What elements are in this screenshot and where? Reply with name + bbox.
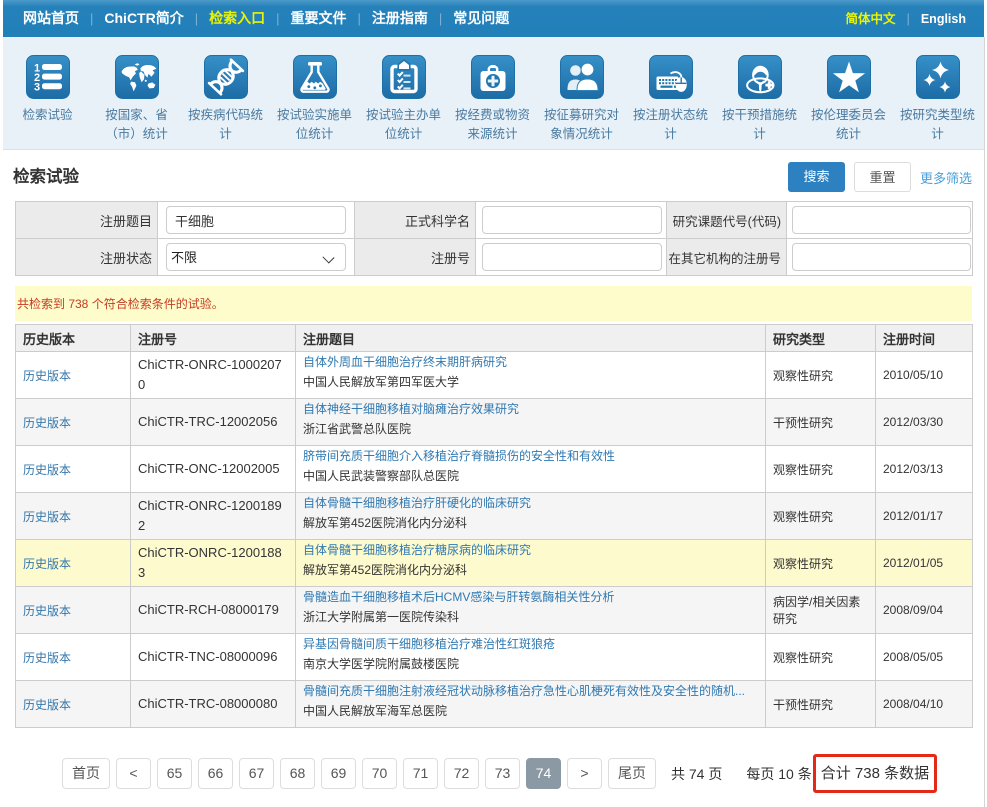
svg-text:3: 3 (34, 82, 40, 94)
